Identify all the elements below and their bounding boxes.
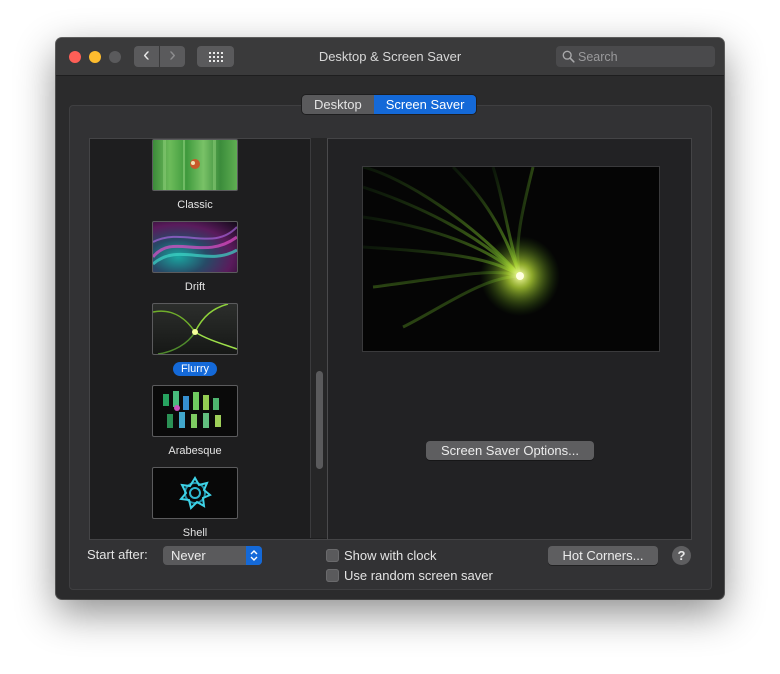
- preferences-window: ‹ › Desktop & Screen Saver Search Classi…: [56, 38, 724, 599]
- use-random-label: Use random screen saver: [344, 568, 493, 583]
- screen-saver-preview: [362, 166, 660, 352]
- question-mark-icon: ?: [677, 548, 686, 563]
- saver-label-arabesque: Arabesque: [168, 445, 222, 457]
- show-with-clock-checkbox[interactable]: [326, 549, 339, 562]
- classic-thumbnail: [152, 139, 238, 191]
- help-button[interactable]: ?: [672, 546, 691, 565]
- show-with-clock-label: Show with clock: [344, 548, 437, 563]
- shell-thumbnail: [152, 467, 238, 519]
- saver-label-flurry: Flurry: [172, 362, 218, 376]
- tab-screen-saver[interactable]: Screen Saver: [373, 95, 477, 114]
- flurry-thumbnail: [152, 303, 238, 355]
- saver-item-arabesque[interactable]: Arabesque: [152, 385, 238, 459]
- select-stepper-icon: [246, 546, 262, 565]
- screen-saver-options-button[interactable]: Screen Saver Options...: [426, 441, 594, 460]
- start-after-select[interactable]: Never: [163, 546, 262, 565]
- start-after-label: Start after:: [87, 547, 148, 562]
- drift-thumbnail: [152, 221, 238, 273]
- saver-item-drift[interactable]: Drift: [152, 221, 238, 295]
- scrollbar-thumb[interactable]: [316, 371, 323, 469]
- saver-item-flurry[interactable]: Flurry: [152, 303, 238, 377]
- preview-pane: Screen Saver Options...: [327, 138, 692, 540]
- saver-label-shell: Shell: [182, 527, 208, 539]
- arabesque-thumbnail: [152, 385, 238, 437]
- start-after-value: Never: [171, 548, 206, 563]
- screen-saver-list[interactable]: Classic Drift Flurry Arabesque Shell: [89, 138, 328, 540]
- saver-label-classic: Classic: [177, 199, 213, 211]
- tab-desktop[interactable]: Desktop: [302, 95, 374, 114]
- list-scrollbar[interactable]: [310, 138, 327, 538]
- hot-corners-button[interactable]: Hot Corners...: [548, 546, 658, 565]
- search-icon: [562, 50, 575, 63]
- tab-bar: Desktop Screen Saver: [302, 95, 477, 114]
- content-box: Classic Drift Flurry Arabesque Shell Scr…: [69, 105, 712, 590]
- saver-item-shell[interactable]: Shell: [152, 467, 238, 539]
- search-field[interactable]: [556, 46, 715, 67]
- title-bar: ‹ › Desktop & Screen Saver: [56, 38, 724, 76]
- use-random-checkbox[interactable]: [326, 569, 339, 582]
- saver-label-drift: Drift: [184, 281, 206, 293]
- search-input[interactable]: [578, 46, 708, 67]
- saver-item-classic[interactable]: Classic: [152, 139, 238, 213]
